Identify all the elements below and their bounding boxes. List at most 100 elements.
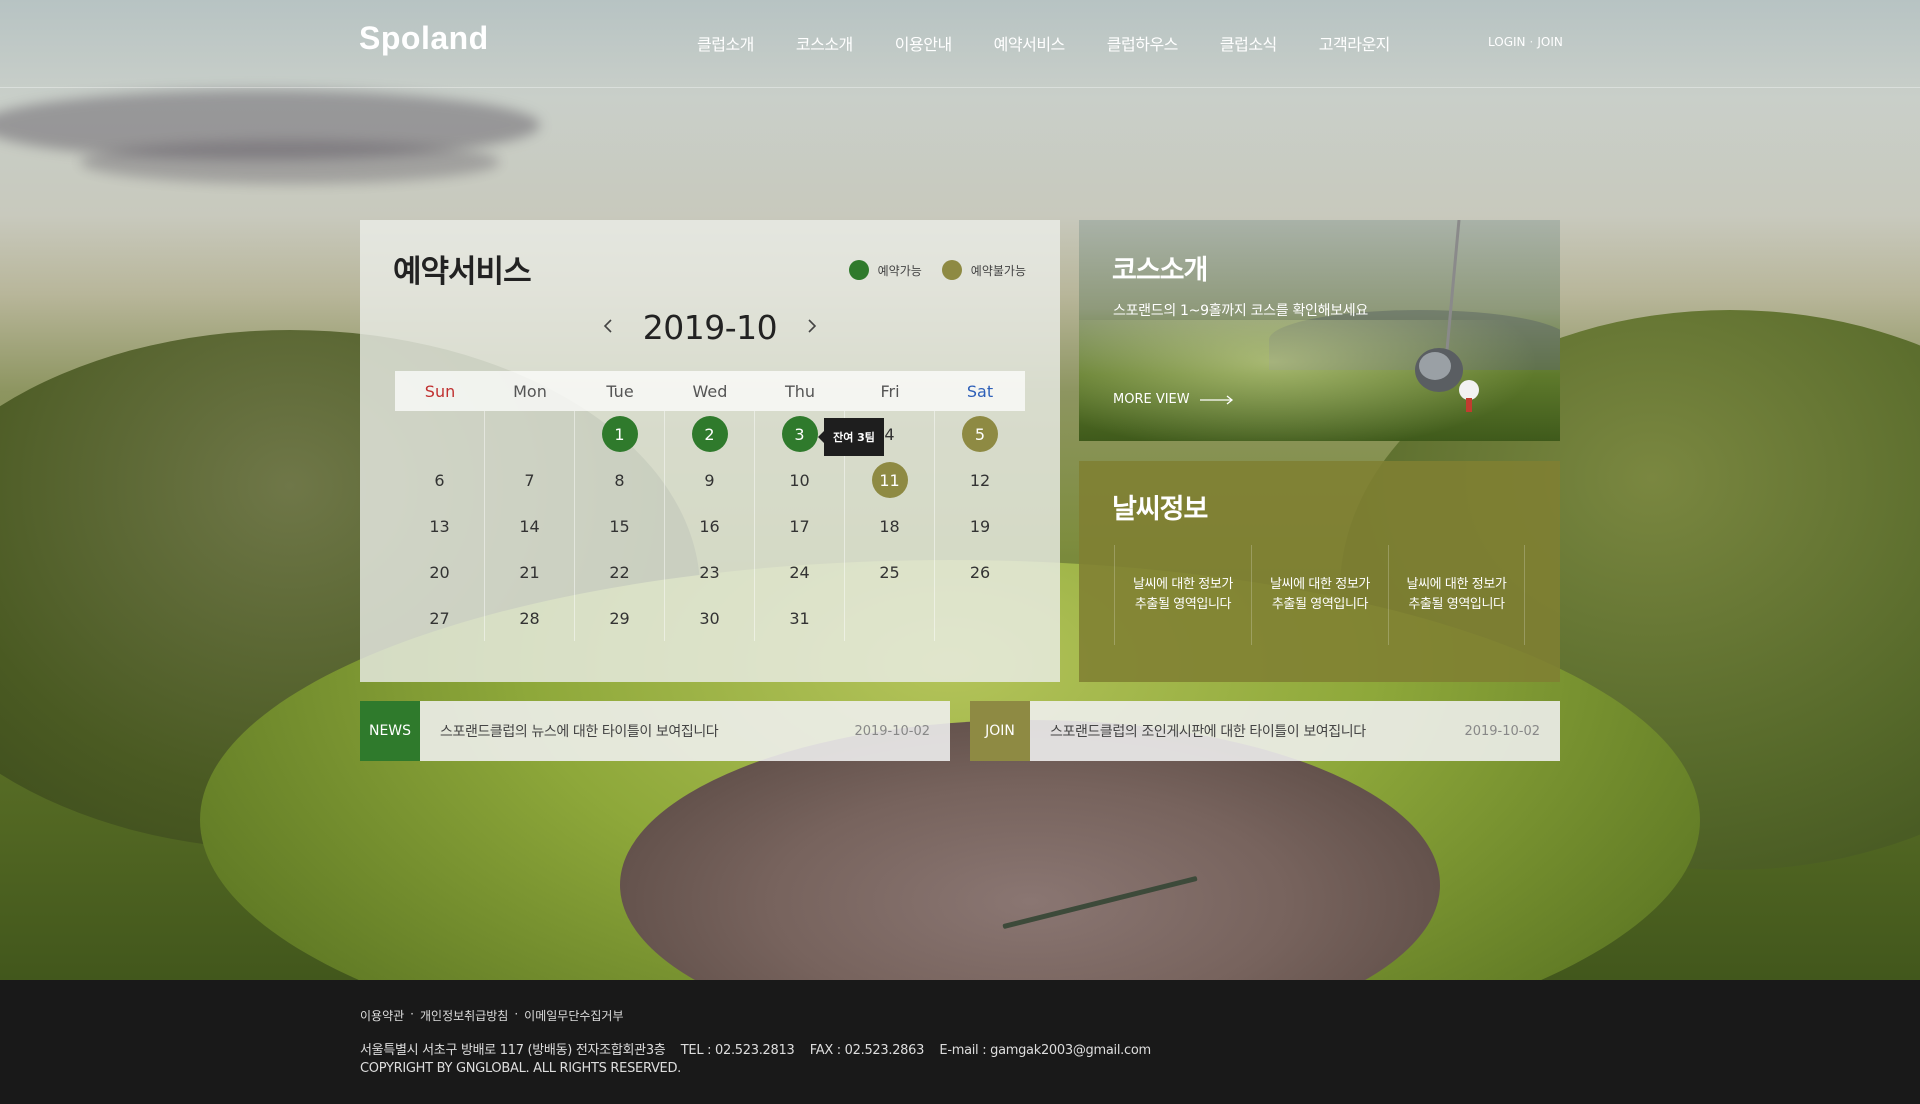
calendar-day-number: 6 (434, 470, 445, 490)
calendar-day-number: 29 (609, 608, 630, 628)
calendar-day[interactable]: 6 (395, 457, 485, 503)
calendar-empty-cell (935, 595, 1025, 641)
calendar-day[interactable]: 10 (755, 457, 845, 503)
calendar-empty-cell (845, 595, 935, 641)
weather-title: 날씨정보 (1112, 494, 1208, 525)
footer-terms-link[interactable]: 이용약관 (360, 1007, 404, 1024)
calendar-day-number: 1 (614, 424, 625, 444)
calendar-day[interactable]: 22 (575, 549, 665, 595)
calendar-day-number: 17 (789, 516, 810, 536)
month-selector: 2019-10 (360, 308, 1060, 348)
course-description: 스포랜드의 1~9홀까지 코스를 확인해보세요 (1113, 303, 1368, 319)
calendar-day[interactable]: 14 (485, 503, 575, 549)
join-title[interactable]: 스포랜드클럽의 조인게시판에 대한 타이틀이 보여집니다 (1050, 721, 1366, 741)
site-logo[interactable]: Spoland (359, 20, 489, 57)
calendar-day[interactable]: 18 (845, 503, 935, 549)
calendar-day[interactable]: 15 (575, 503, 665, 549)
weather-line: 날씨에 대한 정보가 (1133, 577, 1233, 592)
legend-available: 예약가능 (848, 260, 922, 280)
remaining-teams-tooltip: 잔여 3팀 (818, 418, 884, 456)
weekday-thu: Thu (784, 381, 816, 401)
calendar-day[interactable]: 23 (665, 549, 755, 595)
nav-item-club-intro[interactable]: 클럽소개 (697, 31, 754, 55)
current-month: 2019-10 (642, 308, 778, 347)
calendar-day[interactable]: 19 (935, 503, 1025, 549)
calendar-day[interactable]: 13 (395, 503, 485, 549)
nav-item-usage-guide[interactable]: 이용안내 (895, 31, 952, 55)
nav-item-customer-lounge[interactable]: 고객라운지 (1319, 31, 1391, 55)
calendar-day-number: 10 (789, 470, 810, 490)
weather-line: 추출될 영역입니다 (1134, 597, 1232, 612)
calendar-day[interactable]: 1 (575, 411, 665, 457)
footer-privacy-link[interactable]: 개인정보취급방침 (420, 1007, 508, 1024)
main-nav: 클럽소개 코스소개 이용안내 예약서비스 클럽하우스 클럽소식 고객라운지 (697, 31, 1390, 55)
news-title[interactable]: 스포랜드클럽의 뉴스에 대한 타이틀이 보여집니다 (440, 721, 719, 741)
join-link[interactable]: JOIN (1537, 35, 1563, 49)
weather-line: 추출될 영역입니다 (1408, 597, 1505, 612)
weather-line: 추출될 영역입니다 (1271, 597, 1369, 612)
calendar-day[interactable]: 27 (395, 595, 485, 641)
calendar-day[interactable]: 12 (935, 457, 1025, 503)
footer-address: 서울특별시 서초구 방배로 117 (방배동) 전자조합회관3층 TEL : 0… (360, 1043, 1151, 1058)
calendar-day-number: 2 (704, 424, 715, 444)
calendar-empty-cell (485, 411, 575, 457)
course-title: 코스소개 (1112, 255, 1208, 286)
calendar-day[interactable]: 25 (845, 549, 935, 595)
nav-item-reservation[interactable]: 예약서비스 (994, 31, 1066, 55)
join-bar[interactable]: JOIN 스포랜드클럽의 조인게시판에 대한 타이틀이 보여집니다 2019-1… (970, 701, 1560, 761)
calendar-day[interactable]: 30 (665, 595, 755, 641)
calendar-day[interactable]: 20 (395, 549, 485, 595)
calendar-day-number: 4 (884, 424, 895, 444)
calendar-day[interactable]: 16 (665, 503, 755, 549)
weekday-mon: Mon (513, 381, 547, 401)
auth-links: LOGIN · JOIN (1488, 35, 1563, 49)
calendar-day-number: 30 (699, 608, 720, 628)
calendar-day[interactable]: 26 (935, 549, 1025, 595)
long-arrow-right-icon (1199, 394, 1233, 405)
calendar-day-number: 18 (879, 516, 900, 536)
weather-info-slot: 날씨에 대한 정보가 추출될 영역입니다 (1388, 545, 1525, 645)
footer-email-refusal-link[interactable]: 이메일무단수집거부 (524, 1007, 623, 1024)
calendar-day-number: 27 (429, 608, 450, 628)
next-month-button[interactable] (800, 314, 824, 338)
available-dot-icon (848, 260, 869, 280)
calendar-day-number: 15 (609, 516, 630, 536)
calendar-day-number: 9 (704, 470, 715, 490)
legend-unavailable-label: 예약불가능 (970, 263, 1026, 278)
site-header: Spoland 클럽소개 코스소개 이용안내 예약서비스 클럽하우스 클럽소식 … (0, 0, 1920, 88)
calendar-weekday-header: Sun Mon Tue Wed Thu Fri Sat (395, 371, 1025, 411)
calendar-day-number: 11 (879, 470, 900, 490)
calendar-day[interactable]: 17 (755, 503, 845, 549)
calendar-day[interactable]: 31 (755, 595, 845, 641)
calendar-day[interactable]: 9 (665, 457, 755, 503)
calendar-day[interactable]: 21 (485, 549, 575, 595)
calendar-day-number: 19 (969, 516, 991, 536)
nav-item-club-news[interactable]: 클럽소식 (1220, 31, 1277, 55)
calendar-day[interactable]: 28 (485, 595, 575, 641)
news-bar[interactable]: NEWS 스포랜드클럽의 뉴스에 대한 타이틀이 보여집니다 2019-10-0… (360, 701, 950, 761)
site-footer: 이용약관 · 개인정보취급방침 · 이메일무단수집거부 서울특별시 서초구 방배… (0, 980, 1920, 1104)
nav-item-course-intro[interactable]: 코스소개 (796, 31, 853, 55)
calendar-day[interactable]: 5 (935, 411, 1025, 457)
calendar-day[interactable]: 8 (575, 457, 665, 503)
calendar-day[interactable]: 11 (845, 457, 935, 503)
calendar-day-number: 23 (699, 562, 720, 582)
weekday-sun: Sun (424, 381, 456, 401)
course-intro-card[interactable]: 코스소개 스포랜드의 1~9홀까지 코스를 확인해보세요 MORE VIEW (1079, 220, 1560, 441)
legend-unavailable: 예약불가능 (941, 260, 1026, 280)
unavailable-dot-icon (941, 260, 962, 280)
calendar-day[interactable]: 24 (755, 549, 845, 595)
calendar-day[interactable]: 2 (665, 411, 755, 457)
calendar-day[interactable]: 29 (575, 595, 665, 641)
calendar-day-number: 24 (789, 562, 810, 582)
calendar-day-number: 21 (519, 562, 540, 582)
calendar-day-number: 13 (429, 516, 450, 536)
calendar-day[interactable]: 7 (485, 457, 575, 503)
calendar-day-number: 8 (614, 470, 625, 490)
calendar-day-number: 7 (524, 470, 535, 490)
prev-month-button[interactable] (596, 314, 620, 338)
login-link[interactable]: LOGIN (1488, 35, 1526, 49)
nav-item-clubhouse[interactable]: 클럽하우스 (1107, 31, 1179, 55)
weekday-fri: Fri (880, 381, 900, 401)
more-view-link[interactable]: MORE VIEW (1113, 392, 1234, 407)
